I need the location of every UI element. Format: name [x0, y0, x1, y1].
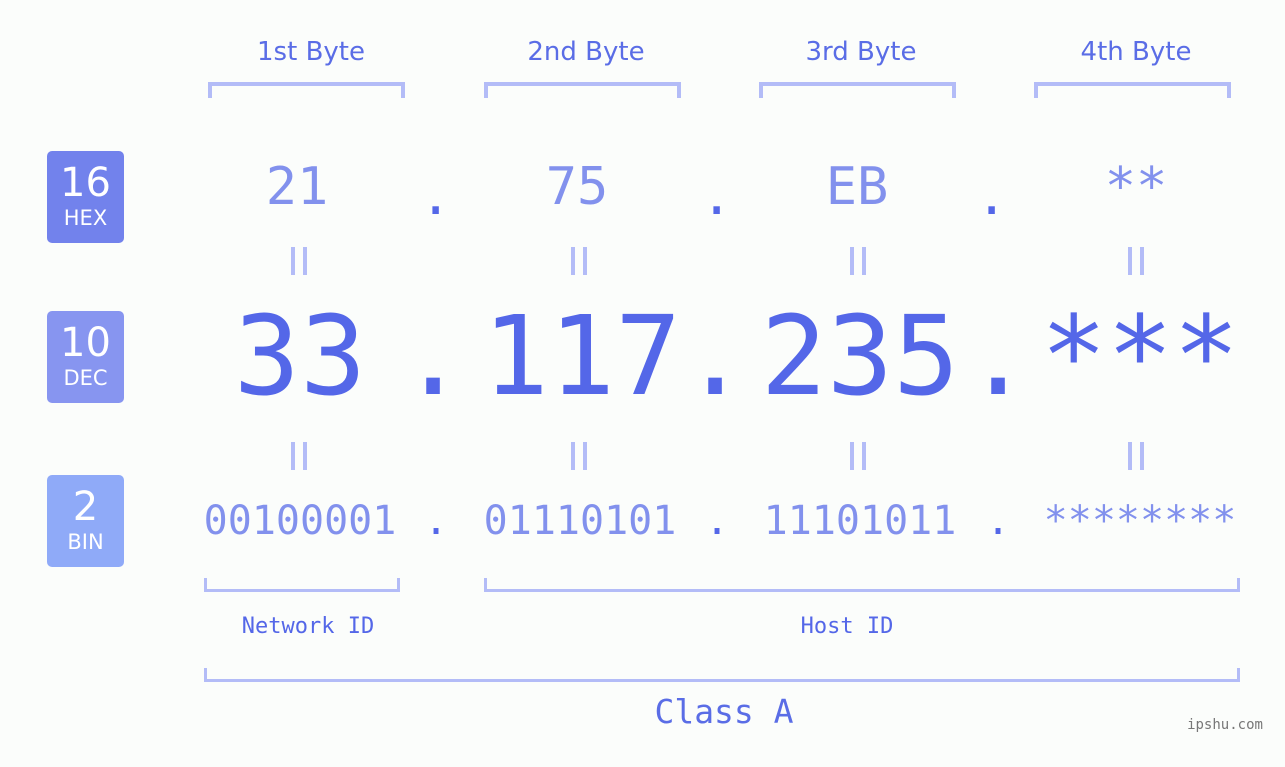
bin-dot-2: .	[705, 498, 730, 544]
dec-byte-4: ***	[1040, 292, 1240, 420]
byte-header-2: 2nd Byte	[527, 37, 645, 67]
bin-dot-1: .	[424, 498, 449, 544]
dec-badge: 10 DEC	[47, 311, 124, 403]
hex-dot-3: .	[976, 167, 1008, 227]
bin-byte-1: 00100001	[203, 498, 397, 544]
byte-header-3: 3rd Byte	[805, 37, 917, 67]
byte-bracket-3	[759, 82, 956, 98]
hex-byte-2: 75	[545, 157, 609, 217]
dec-base: 10	[60, 320, 111, 366]
host-id-bracket	[484, 578, 1240, 592]
equals-icon	[850, 442, 870, 470]
equals-icon	[291, 442, 311, 470]
dec-byte-1: 33	[233, 292, 367, 420]
equals-icon	[571, 247, 591, 275]
hex-base: 16	[60, 160, 111, 206]
bin-label: BIN	[67, 530, 104, 554]
network-id-label: Network ID	[241, 614, 375, 639]
bin-byte-3: 11101011	[763, 498, 957, 544]
hex-dot-2: .	[701, 167, 733, 227]
equals-icon	[1128, 247, 1148, 275]
class-bracket	[204, 668, 1240, 682]
dec-label: DEC	[63, 366, 108, 390]
dec-byte-3: 235	[760, 292, 960, 420]
hex-byte-1: 21	[265, 157, 329, 217]
byte-header-1: 1st Byte	[257, 37, 365, 67]
hex-badge: 16 HEX	[47, 151, 124, 243]
bin-byte-2: 01110101	[483, 498, 677, 544]
byte-bracket-2	[484, 82, 681, 98]
host-id-label: Host ID	[800, 614, 894, 639]
equals-icon	[291, 247, 311, 275]
hex-label: HEX	[63, 206, 108, 230]
byte-bracket-4	[1034, 82, 1231, 98]
equals-icon	[571, 442, 591, 470]
network-id-bracket	[204, 578, 400, 592]
bin-badge: 2 BIN	[47, 475, 124, 567]
bin-base: 2	[72, 484, 99, 530]
watermark: ipshu.com	[1187, 717, 1263, 733]
hex-byte-4: **	[1104, 157, 1168, 217]
hex-dot-1: .	[420, 167, 452, 227]
byte-header-4: 4th Byte	[1080, 37, 1192, 67]
hex-byte-3: EB	[825, 157, 889, 217]
equals-icon	[850, 247, 870, 275]
bin-byte-4: ********	[1043, 498, 1237, 544]
dec-byte-2: 117	[482, 292, 682, 420]
byte-bracket-1	[208, 82, 405, 98]
equals-icon	[1128, 442, 1148, 470]
class-label: Class A	[654, 692, 794, 731]
bin-dot-3: .	[986, 498, 1011, 544]
